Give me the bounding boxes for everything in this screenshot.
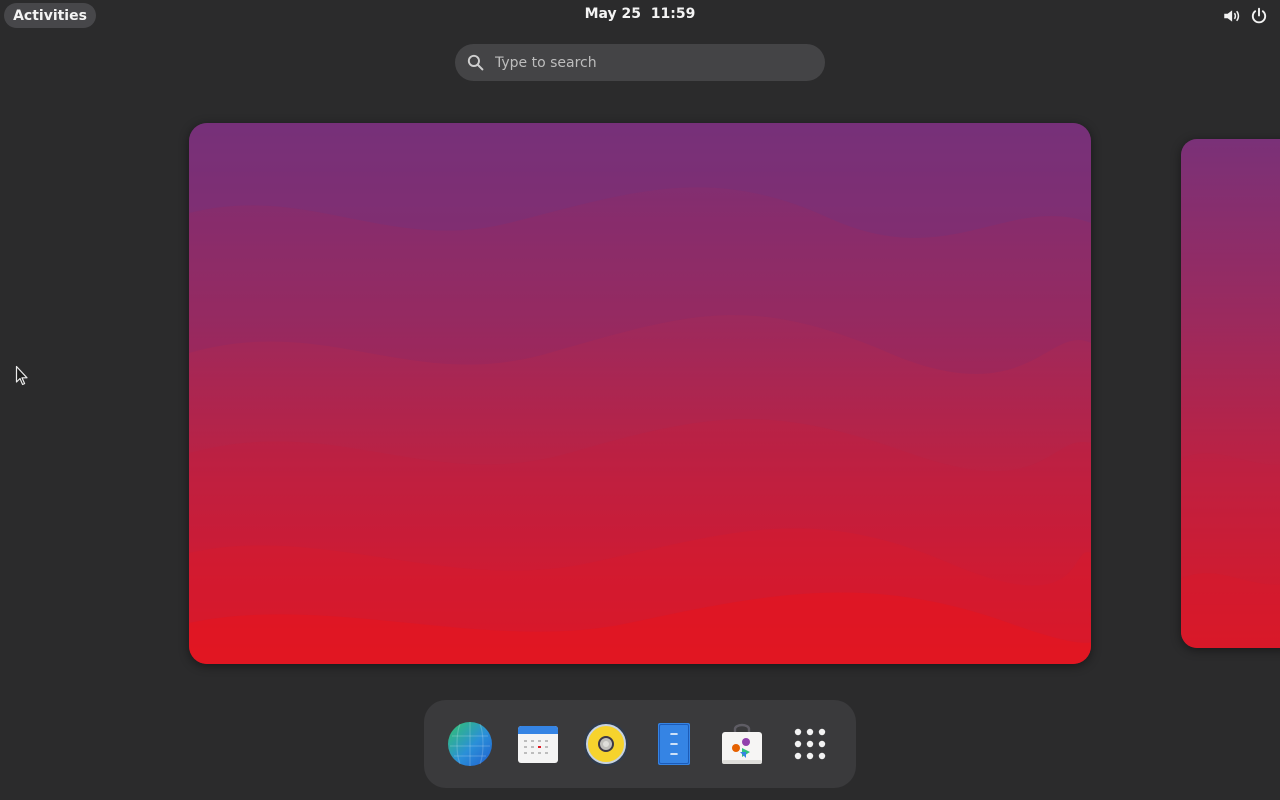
globe-icon [448,722,492,766]
dash-item-calendar[interactable] [514,720,562,768]
app-grid-icon [794,728,826,760]
dash-item-web-browser[interactable] [446,720,494,768]
clock-time: 11:59 [650,6,696,22]
wallpaper-thumbnail [1181,139,1280,648]
wallpaper-thumbnail [189,123,1091,664]
dash [424,700,856,788]
clock-button[interactable]: May 25 11:59 [585,6,696,22]
top-bar: Activities May 25 11:59 [0,0,1280,32]
clock: May 25 11:59 [0,6,1280,22]
dash-item-music-player[interactable] [582,720,630,768]
dash-item-show-apps[interactable] [786,720,834,768]
speaker-icon [584,722,628,766]
search-box[interactable] [455,44,825,81]
power-icon[interactable] [1250,7,1268,25]
dash-item-software[interactable] [718,720,766,768]
activities-button[interactable]: Activities [4,3,96,28]
document-icon [658,723,690,765]
search-input[interactable] [495,44,815,81]
workspace-current[interactable] [189,123,1091,664]
system-tray[interactable] [1222,5,1268,27]
clock-date: May 25 [584,6,642,22]
workspace-next[interactable] [1181,139,1280,648]
shopping-bag-icon [722,723,762,764]
dash-item-text-editor[interactable] [650,720,698,768]
volume-icon[interactable] [1222,7,1240,25]
search-icon [467,54,484,71]
mouse-cursor-icon [15,365,28,386]
calendar-icon [518,726,558,763]
